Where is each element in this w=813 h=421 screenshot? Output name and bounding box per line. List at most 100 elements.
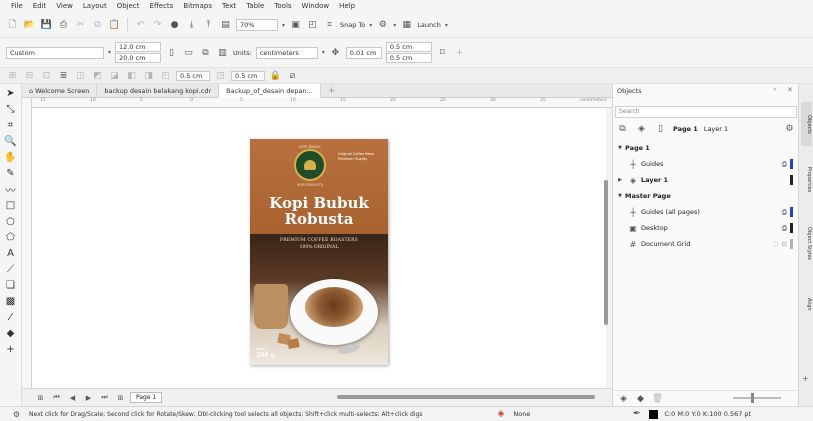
print-icon[interactable]: ⎙ [57, 19, 70, 32]
options-gear-icon[interactable]: ⚙ [376, 19, 389, 32]
pdf-icon[interactable]: ▤ [219, 19, 232, 32]
nudge-distance-field[interactable]: 0.01 cm [345, 46, 382, 59]
freehand-tool-icon[interactable]: ✎ [3, 166, 19, 180]
menu-view[interactable]: View [51, 0, 78, 13]
side-tab-align[interactable]: Align [801, 290, 812, 318]
chevron-down-icon[interactable]: ▾ [108, 49, 111, 56]
tree-row-master-page[interactable]: ▼ Master Page [615, 188, 797, 204]
print-toggle-icon[interactable]: ⎙ [782, 224, 787, 233]
add-icon[interactable]: + [453, 46, 466, 59]
bleed-icon[interactable]: ⌑ [436, 46, 449, 59]
docker-search-input[interactable]: Search [615, 106, 797, 118]
slider-thumb[interactable] [751, 393, 754, 403]
expand-arrow-icon[interactable]: ▶ [615, 177, 625, 183]
fill-bucket-icon[interactable]: ◈ [494, 408, 507, 421]
page-icon[interactable]: ▯ [654, 123, 667, 136]
tree-row-layer1[interactable]: ▶ ◈ Layer 1 [615, 172, 797, 188]
text-tool-icon[interactable]: A [3, 246, 19, 260]
copy-icon[interactable]: ⧉ [91, 19, 104, 32]
tree-row-document-grid[interactable]: # Document Grid ◌ ⊡ [615, 236, 797, 252]
layer-manager-icon[interactable]: ⧉ [616, 123, 629, 136]
menu-layout[interactable]: Layout [78, 0, 112, 13]
horizontal-scrollbar[interactable] [337, 395, 595, 399]
chevron-down-icon[interactable]: ▾ [445, 22, 448, 29]
ellipse-tool-icon[interactable]: ○ [3, 214, 19, 228]
menu-bitmaps[interactable]: Bitmaps [178, 0, 217, 13]
horizontal-ruler[interactable]: 15 10 5 0 5 10 15 20 25 30 35 centimeter… [32, 98, 612, 108]
new-document-icon[interactable]: 🗋 [6, 19, 19, 32]
new-layer-icon[interactable]: ◈ [617, 392, 630, 405]
paste-icon[interactable]: 📋 [108, 19, 121, 32]
shape-tool-icon[interactable]: ⤡ [3, 102, 19, 116]
undo-icon[interactable]: ↶ [134, 19, 147, 32]
corner-icon[interactable]: ◳ [214, 69, 227, 82]
menu-help[interactable]: Help [334, 0, 360, 13]
tree-row-page1[interactable]: ▼ Page 1 [615, 140, 797, 156]
menu-object[interactable]: Object [112, 0, 145, 13]
print-toggle-icon[interactable]: ⎙ [782, 208, 787, 217]
page-width-field[interactable]: 12.0 cm [115, 42, 162, 52]
layer-color-swatch[interactable] [790, 207, 793, 217]
tab-welcome-screen[interactable]: ⌂ Welcome Screen [22, 83, 98, 98]
menu-text[interactable]: Text [217, 0, 241, 13]
simplify-icon[interactable]: ◧ [125, 69, 138, 82]
previous-page-icon[interactable]: ◀ [66, 391, 79, 404]
units-select[interactable]: centimeters [255, 46, 318, 59]
trim-icon[interactable]: ◩ [91, 69, 104, 82]
print-toggle-icon[interactable]: ⎙ [782, 160, 787, 169]
landscape-icon[interactable]: ▭ [182, 46, 195, 59]
offset-field-2[interactable]: 0.5 cm [231, 70, 265, 81]
import-icon[interactable]: ⤓ [185, 19, 198, 32]
cut-icon[interactable]: ✂ [74, 19, 87, 32]
lock-icon[interactable]: ⊡ [782, 240, 787, 248]
create-boundary-icon[interactable]: ⧄ [286, 69, 299, 82]
chevron-down-icon[interactable]: ▾ [369, 22, 372, 29]
snap-to-button[interactable]: Snap To [340, 21, 365, 29]
chevron-down-icon[interactable]: ▾ [282, 22, 285, 29]
side-tab-objects[interactable]: Objects [801, 102, 812, 146]
rectangle-tool-icon[interactable]: □ [3, 198, 19, 212]
layers-icon[interactable]: ◈ [635, 123, 648, 136]
layer-color-swatch[interactable] [790, 239, 793, 249]
crop-tool-icon[interactable]: ⌗ [3, 118, 19, 132]
first-page-icon[interactable]: ⏮ [50, 391, 63, 404]
fill-tool-icon[interactable]: ◆ [3, 326, 19, 340]
transparency-tool-icon[interactable]: ▩ [3, 294, 19, 308]
chevron-down-icon[interactable]: ▾ [322, 49, 325, 56]
add-tool-icon[interactable]: + [3, 342, 19, 356]
new-master-layer-icon[interactable]: ◆ [634, 392, 647, 405]
polygon-tool-icon[interactable]: ⬠ [3, 230, 19, 244]
intersect-icon[interactable]: ◪ [108, 69, 121, 82]
tree-row-guides-all-pages[interactable]: ┼ Guides (all pages) ⎙ [615, 204, 797, 220]
portrait-icon[interactable]: ▯ [165, 46, 178, 59]
menu-file[interactable]: File [6, 0, 28, 13]
eyedropper-tool-icon[interactable]: ⁄ [3, 310, 19, 324]
group-icon[interactable]: ⊡ [40, 69, 53, 82]
visibility-icon[interactable]: ◌ [773, 240, 779, 248]
open-icon[interactable]: 📂 [23, 19, 36, 32]
close-icon[interactable]: ✕ [787, 86, 793, 94]
settings-gear-icon[interactable]: ⚙ [10, 408, 23, 421]
side-tab-object-styles[interactable]: Object Styles [801, 216, 812, 272]
export-icon[interactable]: ⤒ [202, 19, 215, 32]
search-content-icon[interactable]: ● [168, 19, 181, 32]
tab-backup-belakang[interactable]: backup desain belakang kopi.cdr [97, 83, 220, 98]
full-screen-icon[interactable]: ▣ [289, 19, 302, 32]
tab-backup-depan[interactable]: Backup_of_desain depan... [219, 83, 321, 98]
layer-color-swatch[interactable] [790, 175, 793, 185]
lock-icon[interactable]: 🔒 [269, 69, 282, 82]
launch-icon[interactable]: ▦ [400, 19, 413, 32]
menu-window[interactable]: Window [297, 0, 335, 13]
vertical-ruler[interactable] [22, 98, 32, 388]
outline-pen-icon[interactable]: ✒ [630, 408, 643, 421]
menu-table[interactable]: Table [241, 0, 269, 13]
tree-row-guides[interactable]: ┼ Guides ⎙ [615, 156, 797, 172]
redo-icon[interactable]: ↷ [151, 19, 164, 32]
vertical-scrollbar[interactable] [604, 180, 608, 325]
page-tab-1[interactable]: Page 1 [130, 392, 163, 403]
boundary-icon[interactable]: ◰ [159, 69, 172, 82]
chevron-down-icon[interactable]: ▾ [393, 22, 396, 29]
collapse-arrow-icon[interactable]: ▼ [615, 145, 625, 151]
docker-expand-icon[interactable]: » [773, 86, 777, 93]
thumbnail-size-slider[interactable] [733, 397, 781, 399]
